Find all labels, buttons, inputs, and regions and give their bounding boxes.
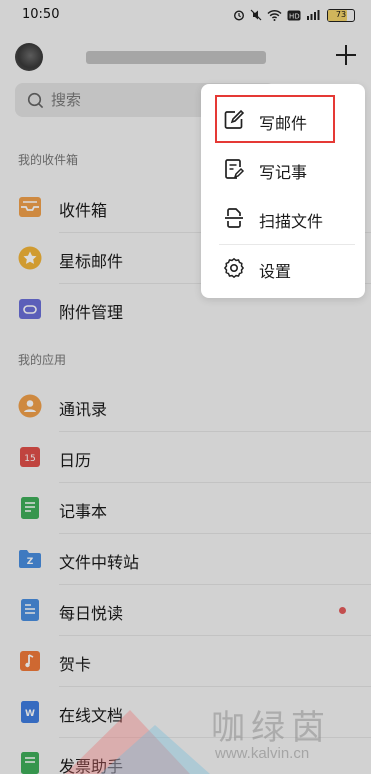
note-icon xyxy=(225,159,245,179)
watermark-text: 咖绿茵 xyxy=(211,708,331,748)
scan-icon xyxy=(225,208,243,228)
menu-item-label: 设置 xyxy=(259,262,292,281)
menu-item-write-note[interactable]: 写记事 xyxy=(201,145,365,194)
watermark-url: www.kalvin.cn xyxy=(215,745,310,762)
menu-item-scan-file[interactable]: 扫描文件 xyxy=(201,194,365,243)
menu-item-label: 写记事 xyxy=(259,163,308,182)
highlight-box xyxy=(215,95,335,143)
menu-item-settings[interactable]: 设置 xyxy=(201,244,365,293)
gear-icon xyxy=(223,257,245,279)
menu-item-label: 扫描文件 xyxy=(259,212,324,231)
